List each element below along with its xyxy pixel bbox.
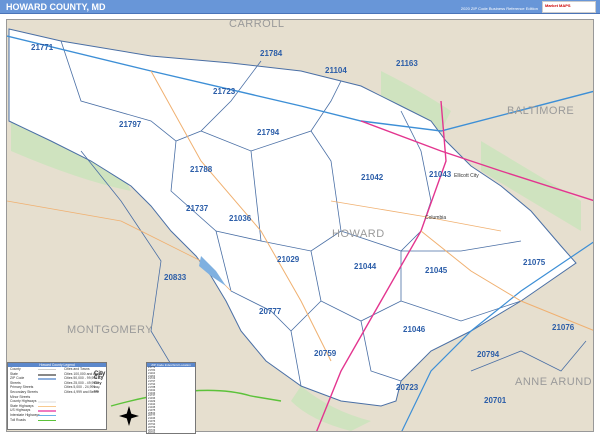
zip-label[interactable]: 20723: [396, 383, 418, 392]
city-columbia[interactable]: Columbia: [425, 215, 446, 221]
zip-label[interactable]: 21771: [31, 43, 53, 52]
region-montgomery: MONTGOMERY: [67, 324, 154, 336]
zip-code-index-table: ZIP Code Index/Grid Location 21771 21784 2…: [146, 362, 196, 434]
zip-label[interactable]: 20777: [259, 307, 281, 316]
city-ellicott-city[interactable]: Ellicott City: [454, 173, 479, 179]
zip-label[interactable]: 20794: [477, 350, 499, 359]
zip-label[interactable]: 21045: [425, 266, 447, 275]
zip-label[interactable]: 21044: [354, 262, 376, 271]
region-baltimore: BALTIMORE: [507, 105, 575, 117]
zip-table-rows: 21771 21784 21104 21163 21723 21797 21794 21788…: [147, 366, 195, 434]
zip-label[interactable]: 20759: [314, 349, 336, 358]
zip-label[interactable]: 21036: [229, 214, 251, 223]
zip-table-row: 20701: [148, 431, 156, 434]
zip-label[interactable]: 21104: [325, 66, 347, 75]
zip-label[interactable]: 20701: [484, 396, 506, 405]
legend-item: Toll Roads: [8, 418, 106, 423]
zip-label[interactable]: 21043: [429, 170, 451, 179]
edition-label: 2020 ZIP Code Business Reference Edition: [460, 6, 538, 11]
zip-label[interactable]: 21163: [396, 59, 418, 68]
zip-label[interactable]: 21046: [403, 325, 425, 334]
zip-label[interactable]: 21794: [257, 128, 279, 137]
region-howard: HOWARD: [332, 228, 385, 240]
zip-label[interactable]: 21784: [260, 49, 282, 58]
zip-label[interactable]: 21042: [361, 173, 383, 182]
zip-label[interactable]: 21076: [552, 323, 574, 332]
zip-label[interactable]: 20833: [164, 273, 186, 282]
map-title: HOWARD COUNTY, MD: [6, 2, 106, 12]
region-carroll: CARROLL: [229, 19, 285, 30]
brand-logo: Market MAPS: [542, 1, 596, 13]
zip-label[interactable]: 21797: [119, 120, 141, 129]
header-bar: HOWARD COUNTY, MD 2020 ZIP Code Business…: [0, 0, 600, 14]
zip-label[interactable]: 21029: [277, 255, 299, 264]
zip-label[interactable]: 21737: [186, 204, 208, 213]
compass-rose-icon: [119, 406, 139, 426]
zip-label[interactable]: 21788: [190, 165, 212, 174]
map-legend: Howard County Legend County Cities and To…: [7, 362, 107, 430]
region-anne-arundel: ANNE ARUNDEL: [515, 376, 593, 388]
zip-label[interactable]: 21075: [523, 258, 545, 267]
zip-label[interactable]: 21723: [213, 87, 235, 96]
